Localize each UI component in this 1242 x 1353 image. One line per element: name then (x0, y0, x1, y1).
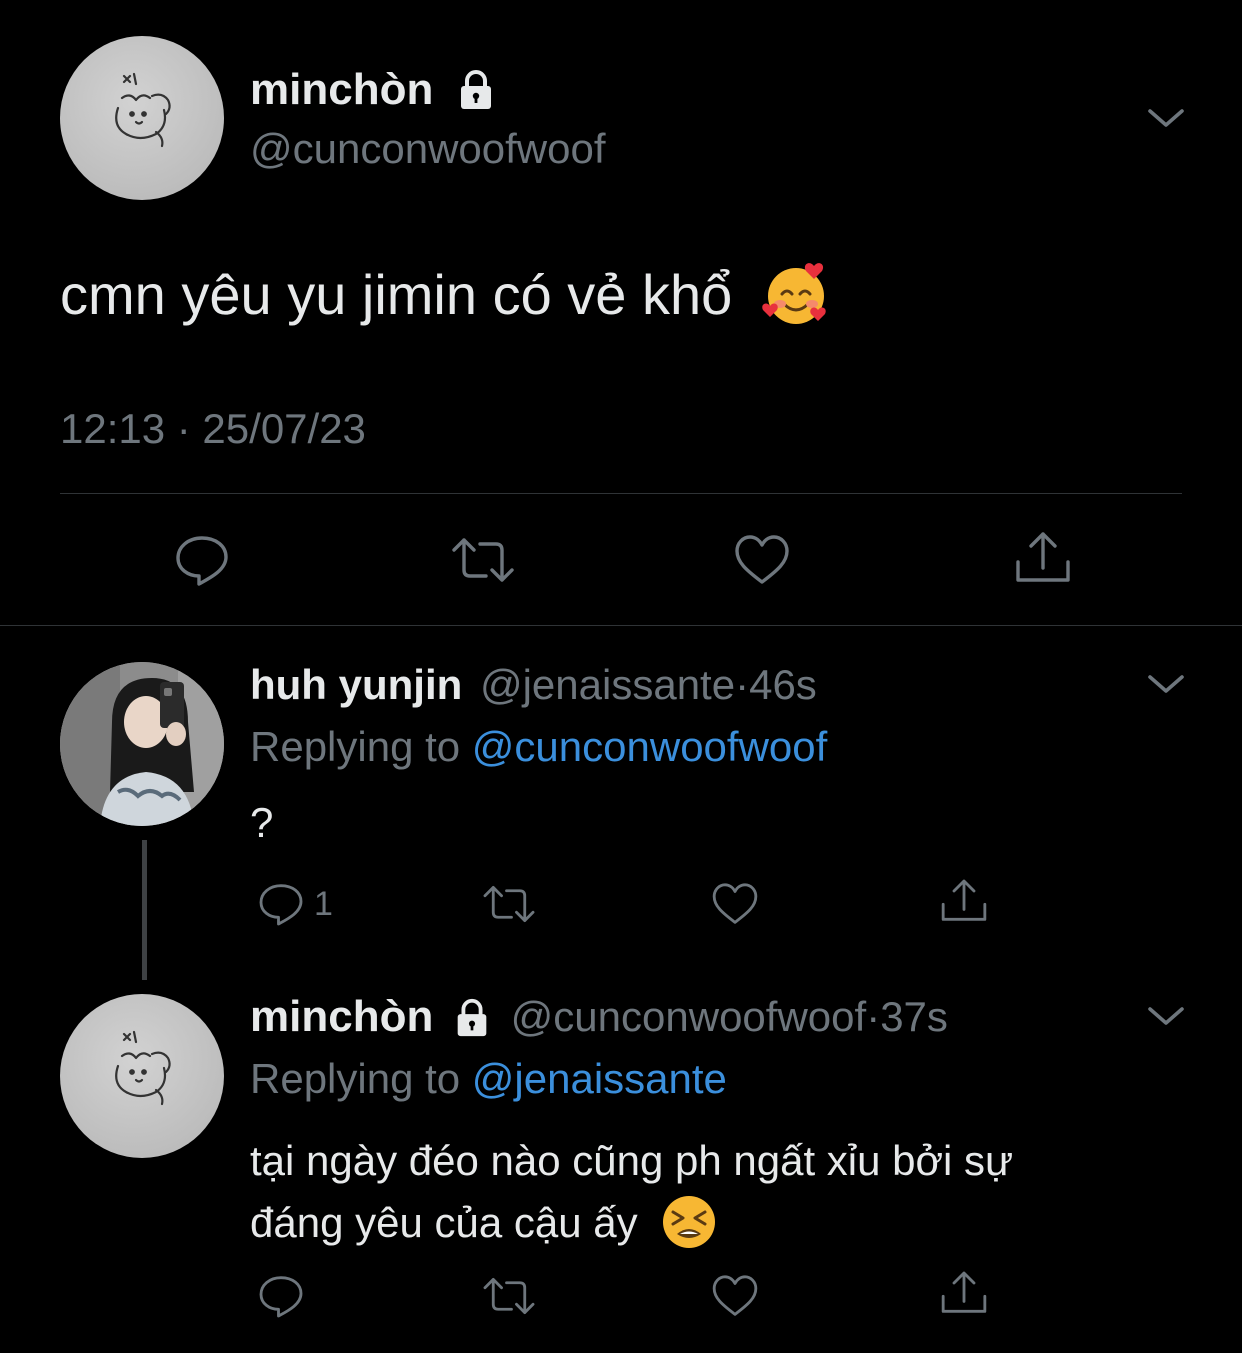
avatar[interactable] (60, 662, 224, 826)
chevron-down-icon[interactable] (1146, 672, 1186, 696)
replying-label: Replying to (250, 1055, 461, 1102)
dog-doodle-icon (115, 72, 171, 148)
reply-text-line: đáng yêu của cậu ấy (250, 1199, 638, 1246)
display-name[interactable]: huh yunjin (250, 661, 462, 708)
dog-doodle-icon (115, 1030, 171, 1106)
share-icon[interactable] (938, 1268, 990, 1318)
retweet-icon[interactable] (480, 1272, 538, 1320)
lock-icon (460, 70, 491, 110)
tweet-text: cmn yêu yu jimin có vẻ khổ (60, 263, 733, 326)
lock-icon (457, 998, 487, 1036)
avatar[interactable] (60, 994, 224, 1158)
smiling-face-with-hearts-emoji (762, 263, 826, 325)
retweet-icon[interactable] (480, 880, 538, 928)
avatar[interactable] (60, 36, 224, 200)
separator: · (735, 661, 750, 708)
divider (60, 493, 1182, 494)
reply-icon[interactable] (172, 532, 232, 588)
display-name[interactable]: minchòn (250, 65, 433, 114)
handle[interactable]: @cunconwoofwoof (250, 124, 606, 174)
share-icon[interactable] (938, 876, 990, 926)
handle[interactable]: @cunconwoofwoof (511, 993, 867, 1040)
separator: · (866, 993, 881, 1040)
handle[interactable]: @jenaissante (480, 661, 735, 708)
share-icon[interactable] (1012, 528, 1074, 588)
chevron-down-icon[interactable] (1146, 106, 1186, 130)
reply-text: ? (250, 799, 274, 846)
tired-face-emoji (663, 1195, 716, 1248)
reply-text-line: tại ngày đéo nào cũng ph ngất xỉu bởi sự (250, 1137, 1014, 1184)
thread-connector (142, 840, 147, 980)
divider (0, 625, 1242, 626)
replying-label: Replying to (250, 723, 461, 770)
like-icon[interactable] (732, 532, 792, 588)
reply-icon[interactable] (256, 1272, 306, 1320)
like-icon[interactable] (710, 880, 760, 928)
reply-icon[interactable] (256, 880, 306, 928)
retweet-icon[interactable] (448, 532, 518, 588)
replying-to-link[interactable]: @cunconwoofwoof (472, 723, 828, 770)
replying-to-link[interactable]: @jenaissante (472, 1055, 727, 1102)
reply-count: 1 (314, 885, 333, 923)
age[interactable]: 37s (880, 993, 948, 1040)
like-icon[interactable] (710, 1272, 760, 1320)
profile-photo-image (60, 662, 224, 826)
display-name[interactable]: minchòn (250, 992, 433, 1041)
chevron-down-icon[interactable] (1146, 1004, 1186, 1028)
timestamp[interactable]: 12:13 · 25/07/23 (60, 404, 366, 454)
age[interactable]: 46s (749, 661, 817, 708)
